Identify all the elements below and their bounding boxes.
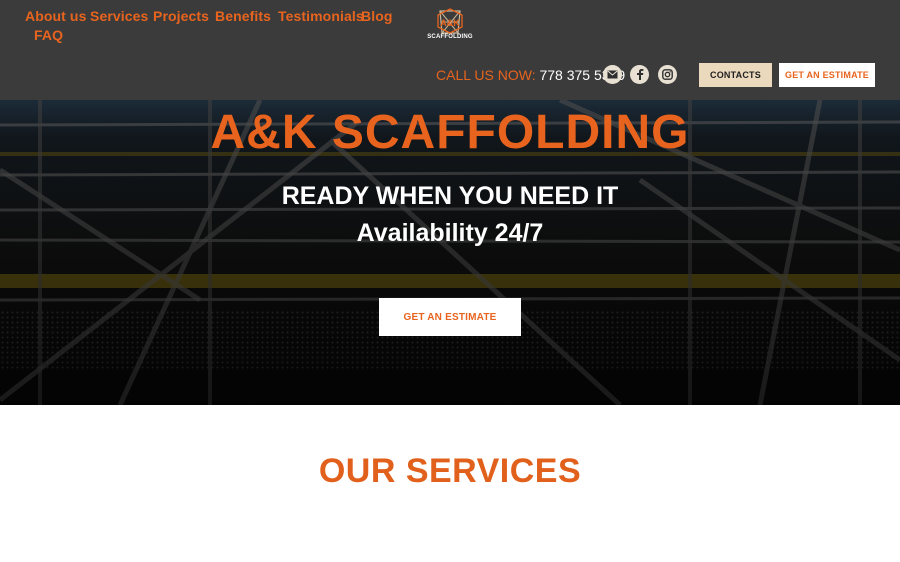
- nav-projects[interactable]: Projects: [153, 8, 209, 24]
- nav-faq[interactable]: FAQ: [34, 27, 63, 43]
- nav-about-us[interactable]: About us: [25, 8, 86, 24]
- hero-section: A&K SCAFFOLDING READY WHEN YOU NEED IT A…: [0, 100, 900, 405]
- logo-text: SCAFFOLDING: [427, 34, 473, 40]
- instagram-icon[interactable]: [658, 65, 677, 84]
- svg-text:A&K: A&K: [440, 18, 460, 28]
- call-label: CALL US NOW:: [436, 67, 536, 83]
- nav-testimonials[interactable]: Testimonials: [278, 8, 364, 24]
- contacts-button[interactable]: CONTACTS: [699, 63, 772, 87]
- hero-title: A&K SCAFFOLDING: [210, 106, 690, 159]
- services-heading: OUR SERVICES: [318, 452, 582, 490]
- mail-icon[interactable]: [603, 65, 622, 84]
- nav-benefits[interactable]: Benefits: [215, 8, 271, 24]
- hero-tagline: READY WHEN YOU NEED IT: [281, 182, 619, 210]
- call-us: CALL US NOW: 778 375 5349: [436, 67, 625, 83]
- get-estimate-button-hero[interactable]: GET AN ESTIMATE: [379, 298, 521, 336]
- get-estimate-button-header[interactable]: GET AN ESTIMATE: [779, 63, 875, 87]
- site-header: About us Services Projects Benefits Test…: [0, 0, 900, 100]
- facebook-icon[interactable]: [630, 65, 649, 84]
- nav-blog[interactable]: Blog: [361, 8, 393, 24]
- hero-availability: Availability 24/7: [356, 219, 544, 247]
- nav-services[interactable]: Services: [90, 8, 148, 24]
